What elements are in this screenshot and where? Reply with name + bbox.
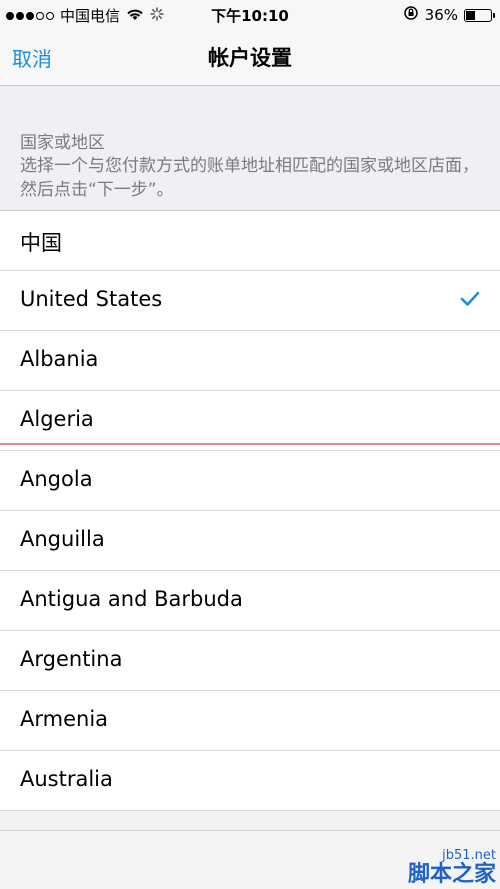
country-label: Algeria [20,407,94,431]
country-row-angola[interactable]: Angola [0,451,500,511]
country-row-united-states[interactable]: United States [0,271,500,331]
status-right: 36% [403,5,495,25]
status-bar: 中国电信 下午10:10 36% [0,0,500,30]
highlight-divider [0,443,500,445]
watermark-site: jb51.net [442,848,496,863]
country-row-antigua-and-barbuda[interactable]: Antigua and Barbuda [0,571,500,631]
country-row-albania[interactable]: Albania [0,331,500,391]
country-label: Antigua and Barbuda [20,587,243,611]
section-title: 国家或地区 [20,133,105,153]
page-title: 帐户设置 [208,46,292,70]
watermark: jb51.net 脚本之家 [408,848,496,887]
section-header: 国家或地区 选择一个与您付款方式的账单地址相匹配的国家或地区店面，然后点击“下一… [0,86,500,211]
navigation-bar: 取消 帐户设置 [0,30,500,86]
battery-percent: 36% [424,6,458,24]
country-list: 中国 United States Albania Algeria Angola … [0,211,500,811]
country-row-algeria[interactable]: Algeria [0,391,500,451]
country-row-australia[interactable]: Australia [0,751,500,811]
country-row-china[interactable]: 中国 [0,211,500,271]
orientation-lock-icon [403,5,419,25]
battery-icon [464,8,495,22]
country-label: United States [20,287,163,311]
country-label: 中国 [20,231,62,255]
section-description: 选择一个与您付款方式的账单地址相匹配的国家或地区店面，然后点击“下一步”。 [20,156,479,200]
country-label: Angola [20,467,93,491]
country-label: Albania [20,347,99,371]
country-label: Armenia [20,707,109,731]
bottom-toolbar: jb51.net 脚本之家 [0,830,500,889]
country-label: Argentina [20,647,123,671]
checkmark-icon [460,291,480,311]
country-label: Anguilla [20,527,105,551]
watermark-name: 脚本之家 [407,862,496,887]
country-row-argentina[interactable]: Argentina [0,631,500,691]
country-label: Australia [20,767,113,791]
country-row-anguilla[interactable]: Anguilla [0,511,500,571]
country-row-armenia[interactable]: Armenia [0,691,500,751]
